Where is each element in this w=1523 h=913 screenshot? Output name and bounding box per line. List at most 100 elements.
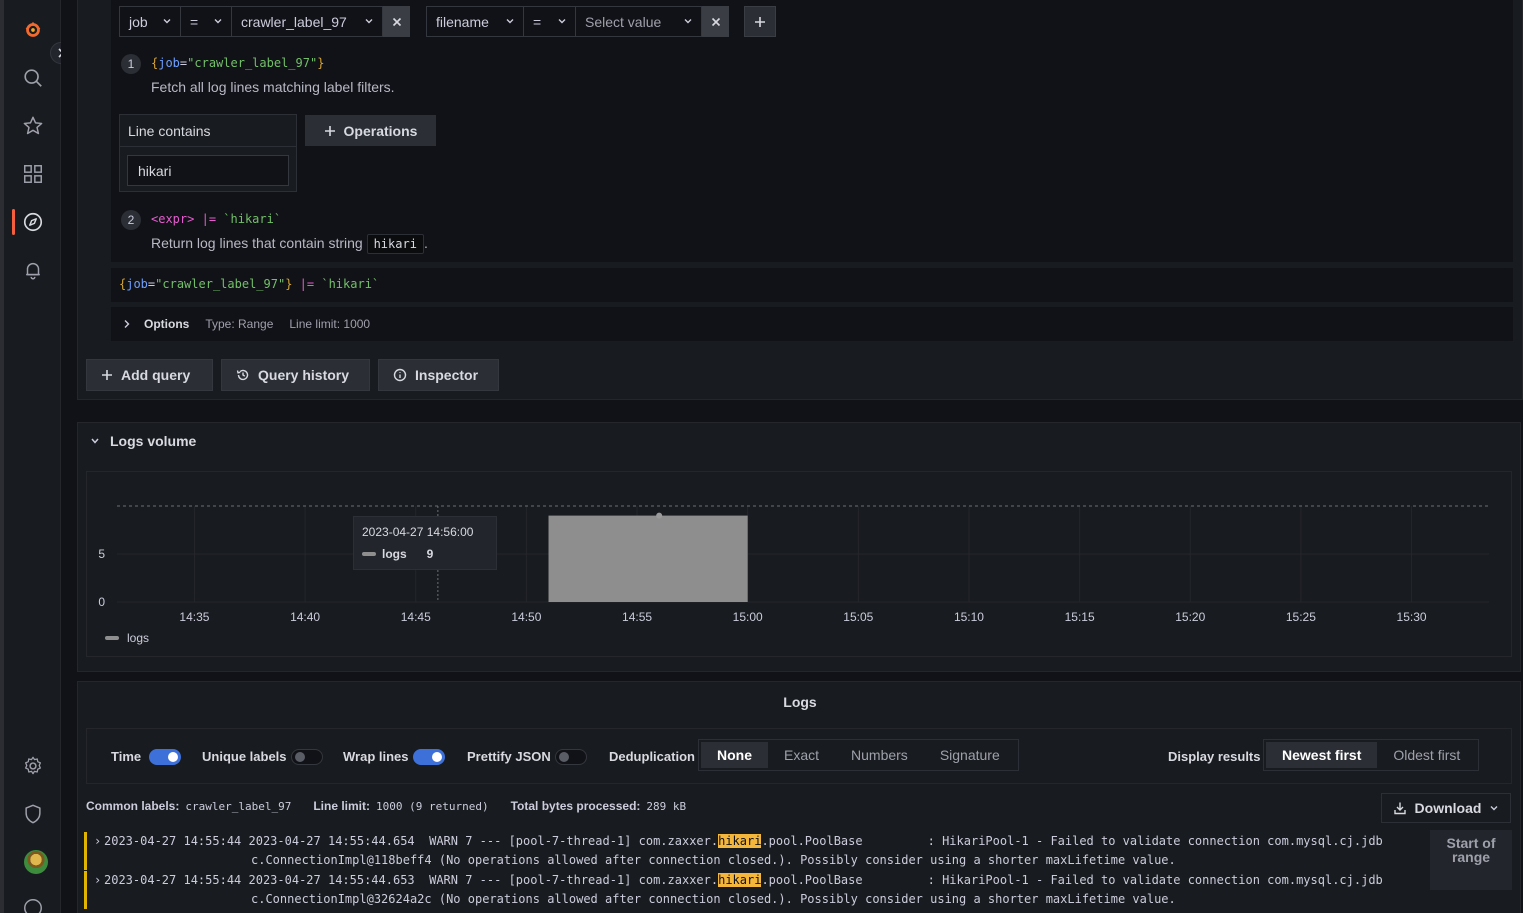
wrap-lines-toggle[interactable] — [413, 749, 445, 765]
add-label-filter-button[interactable] — [744, 6, 776, 37]
help-icon[interactable] — [4, 888, 61, 913]
query-options-toggle[interactable]: Options Type: Range Line limit: 1000 — [111, 307, 1513, 341]
code-token: job — [126, 277, 148, 291]
logs-volume-chart[interactable]: 14:35 14:40 14:45 14:50 14:55 15:00 15:05 15:10… — [86, 471, 1512, 657]
raw-query-preview: {job="crawler_label_97"} |= `hikari` — [111, 268, 1513, 302]
value-select-placeholder[interactable]: Select value — [575, 6, 702, 37]
description-text: . — [423, 235, 428, 251]
add-query-button[interactable]: Add query — [86, 359, 213, 391]
code-token: |= — [201, 212, 217, 226]
dedup-option-signature[interactable]: Signature — [924, 742, 1016, 768]
chevron-down-icon — [163, 19, 171, 24]
search-highlight: hikari — [718, 834, 762, 848]
button-label: Add query — [121, 367, 191, 383]
label-select-job[interactable]: job — [119, 6, 181, 37]
remove-filter-button[interactable] — [383, 6, 410, 37]
step-number: 2 — [121, 210, 141, 230]
logs-meta-row: Common labels: crawler_label_97 Line lim… — [86, 799, 702, 813]
start-of-range-button[interactable]: Start of range — [1430, 830, 1512, 890]
tooltip-time: 2023-04-27 14:56:00 — [362, 525, 474, 539]
logs-controls: Time Unique labels Wrap lines Prettify J… — [86, 728, 1512, 784]
placeholder-text: Select value — [585, 13, 662, 30]
dashboards-icon[interactable] — [4, 154, 61, 194]
user-avatar[interactable] — [24, 850, 48, 874]
hover-point — [656, 512, 663, 519]
query-builder: job = crawler_label_97 filename = Select… — [111, 0, 1513, 262]
chevron-down-icon — [214, 19, 222, 24]
common-labels-label: Common labels: — [86, 799, 180, 813]
download-button[interactable]: Download — [1381, 793, 1511, 823]
display-oldest-first[interactable]: Oldest first — [1377, 742, 1476, 768]
display-newest-first[interactable]: Newest first — [1266, 742, 1378, 768]
x-tick-label: 14:50 — [511, 610, 541, 624]
step-1-description: Fetch all log lines matching label filte… — [151, 79, 395, 95]
label-name: job — [129, 13, 148, 30]
wrap-lines-toggle-label: Wrap lines — [343, 749, 409, 764]
raw-query-code: {job="crawler_label_97"} |= `hikari` — [119, 277, 379, 291]
search-icon[interactable] — [4, 58, 61, 98]
plus-icon — [324, 125, 335, 136]
query-editor-panel: job = crawler_label_97 filename = Select… — [77, 0, 1523, 400]
step-2-code: <expr> |= `hikari` — [151, 212, 281, 226]
description-text: Return log lines that contain string — [151, 235, 363, 251]
grafana-logo-icon[interactable] — [4, 10, 61, 50]
legend-label: logs — [127, 631, 149, 645]
operator-select[interactable]: = — [523, 6, 576, 37]
log-level-bar — [84, 871, 87, 909]
logs-volume-header[interactable]: Logs volume — [90, 433, 196, 449]
x-tick-label: 15:10 — [954, 610, 984, 624]
dedup-option-exact[interactable]: Exact — [768, 742, 835, 768]
display-results-radio-group: Newest first Oldest first — [1263, 739, 1480, 771]
expand-log-icon[interactable]: › — [94, 871, 101, 890]
dedup-option-numbers[interactable]: Numbers — [835, 742, 924, 768]
log-text-wrapped: c.ConnectionImpl@32624a2c (No operations… — [251, 892, 1176, 906]
line-contains-operation: Line contains hikari — [119, 114, 297, 192]
chevron-down-icon — [506, 19, 514, 24]
code-token: |= — [299, 277, 315, 291]
prettify-json-toggle[interactable] — [555, 749, 587, 765]
star-icon[interactable] — [4, 106, 61, 146]
code-token: } — [285, 277, 293, 291]
unique-labels-toggle[interactable] — [291, 749, 323, 765]
chevron-down-icon — [558, 19, 566, 24]
button-label: Download — [1414, 800, 1482, 816]
unique-labels-toggle-label: Unique labels — [202, 749, 287, 764]
deduplication-label: Deduplication — [609, 749, 695, 764]
x-tick-label: 15:00 — [733, 610, 763, 624]
chevron-down-icon — [684, 19, 692, 24]
search-highlight: hikari — [718, 873, 762, 887]
tooltip-series: logs — [382, 547, 407, 561]
dedup-option-none[interactable]: None — [701, 742, 768, 768]
code-token: "crawler_label_97" — [155, 277, 286, 291]
step-number: 1 — [121, 54, 141, 74]
chevron-down-icon — [365, 19, 373, 24]
alerting-bell-icon[interactable] — [4, 250, 61, 290]
display-results-label: Display results — [1168, 749, 1261, 764]
code-token: job — [158, 56, 180, 70]
close-icon — [711, 17, 720, 26]
logs-volume-panel: Logs volume 14:35 14:40 14:45 14:50 14:55 15:… — [77, 422, 1521, 672]
operator-select[interactable]: = — [180, 6, 232, 37]
history-icon — [236, 369, 249, 381]
line-contains-input[interactable]: hikari — [127, 155, 289, 186]
query-history-button[interactable]: Query history — [221, 359, 370, 391]
expand-log-icon[interactable]: › — [94, 832, 101, 851]
time-toggle[interactable] — [149, 749, 181, 765]
tooltip-series-swatch — [362, 552, 376, 556]
label-select-filename[interactable]: filename — [426, 6, 524, 37]
explore-compass-icon[interactable] — [4, 202, 61, 242]
y-tick-label: 5 — [98, 547, 105, 561]
deduplication-radio-group: None Exact Numbers Signature — [698, 739, 1019, 771]
settings-gear-icon[interactable] — [4, 746, 61, 786]
common-labels-value: crawler_label_97 — [185, 799, 292, 813]
button-label: Inspector — [415, 367, 479, 383]
operator-value: = — [190, 13, 199, 30]
value-select[interactable]: crawler_label_97 — [231, 6, 383, 37]
add-operation-button[interactable]: Operations — [305, 115, 436, 146]
operation-title: Line contains — [120, 115, 296, 147]
inspector-button[interactable]: Inspector — [378, 359, 499, 391]
logs-volume-svg: 14:35 14:40 14:45 14:50 14:55 15:00 15:05 15:10… — [98, 505, 1489, 645]
shield-icon[interactable] — [4, 794, 61, 834]
x-tick-label: 14:40 — [290, 610, 320, 624]
remove-filter-button[interactable] — [702, 6, 729, 37]
